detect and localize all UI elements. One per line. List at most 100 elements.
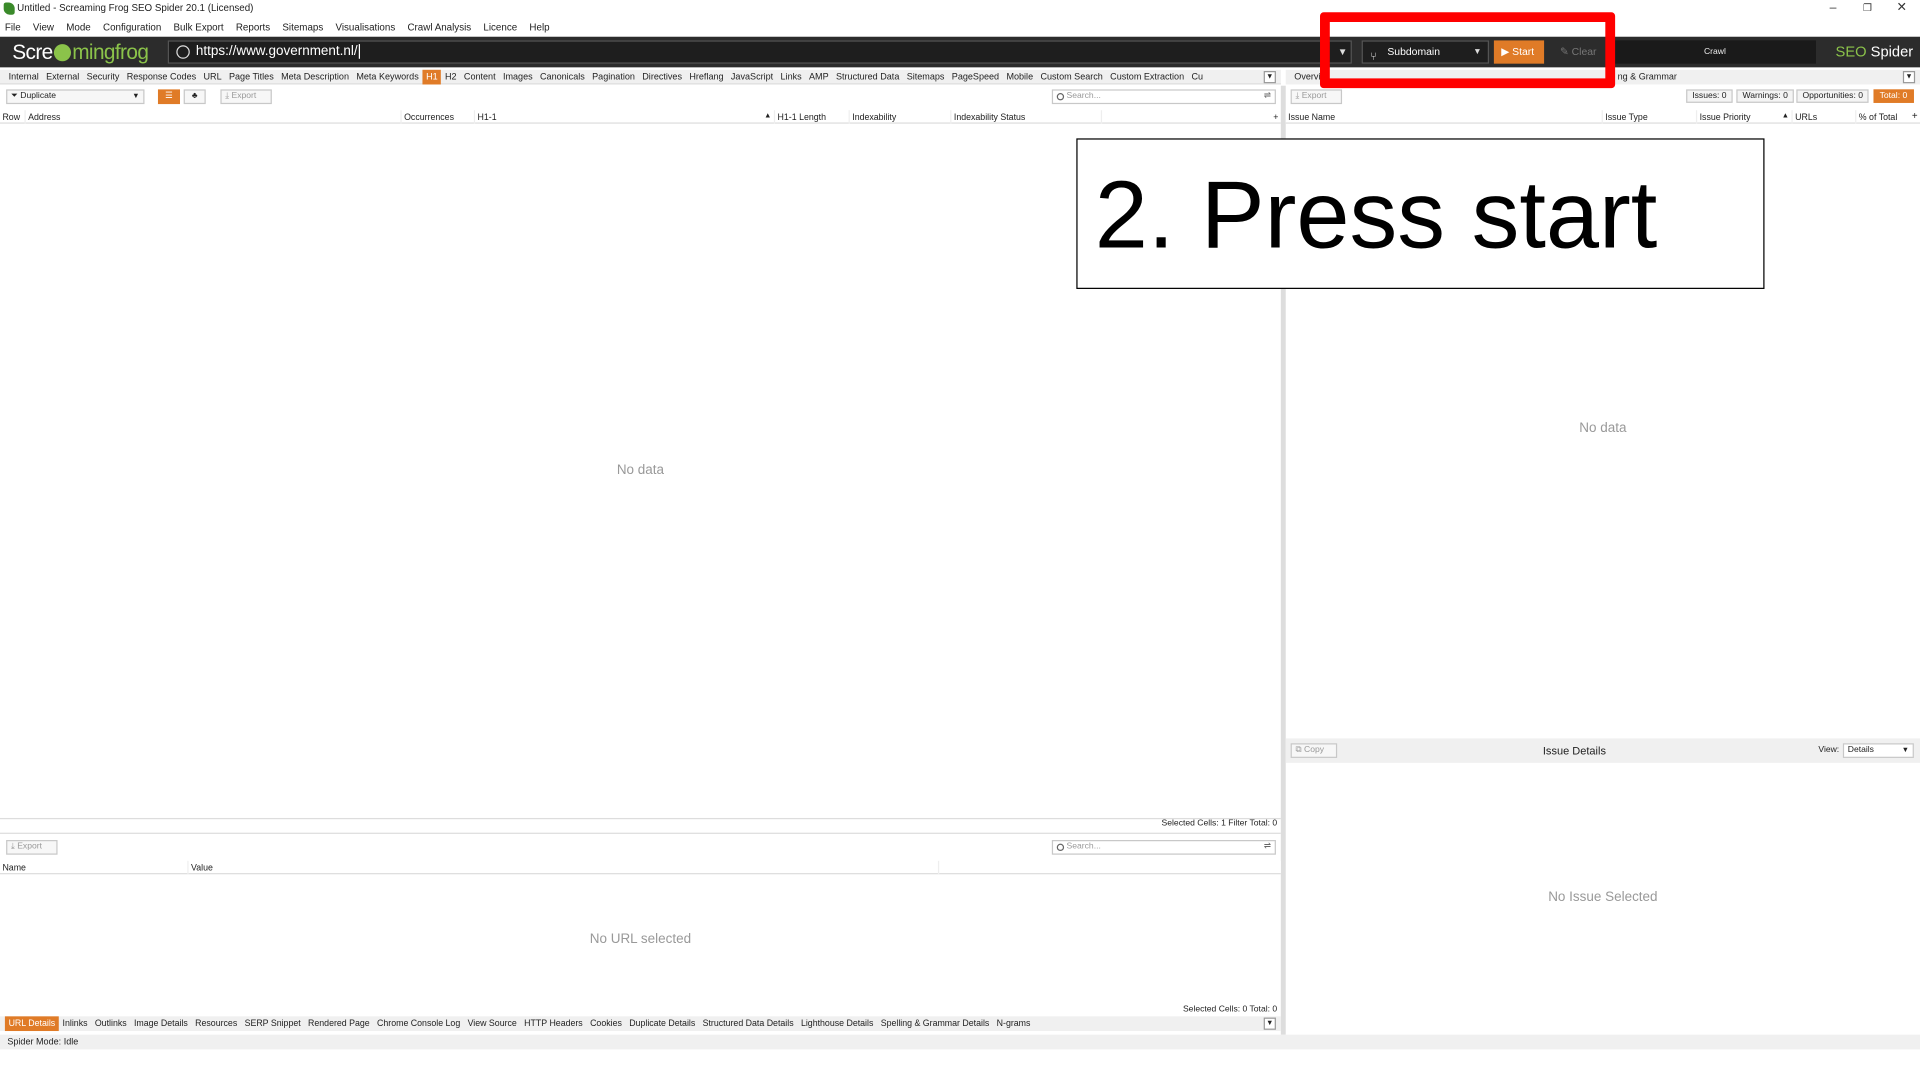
- add-column-icon[interactable]: +: [1273, 110, 1278, 123]
- tab-meta-description[interactable]: Meta Description: [277, 69, 352, 84]
- search-options-icon[interactable]: ⇌: [1264, 91, 1271, 103]
- menu-reports[interactable]: Reports: [236, 21, 270, 32]
- tab-directives[interactable]: Directives: [639, 69, 686, 84]
- issues-count-badge[interactable]: Issues: 0: [1686, 89, 1733, 103]
- tab-links[interactable]: Links: [777, 69, 805, 84]
- column-occurrences[interactable]: Occurrences: [400, 110, 454, 124]
- tab-lighthouse-details[interactable]: Lighthouse Details: [797, 1016, 877, 1031]
- tab-custom-overflow[interactable]: Cu: [1188, 69, 1207, 84]
- tab-pagespeed[interactable]: PageSpeed: [948, 69, 1003, 84]
- tab-view-source[interactable]: View Source: [464, 1016, 521, 1031]
- tab-outlinks[interactable]: Outlinks: [91, 1016, 130, 1031]
- search-options-icon[interactable]: ⇌: [1264, 841, 1271, 853]
- tab-rendered-page[interactable]: Rendered Page: [304, 1016, 373, 1031]
- tab-url[interactable]: URL: [200, 69, 225, 84]
- tab-meta-keywords[interactable]: Meta Keywords: [353, 69, 423, 84]
- column-h1-1[interactable]: H1-1 ▲: [473, 110, 774, 124]
- filter-dropdown[interactable]: ⏷ Duplicate ▼: [6, 89, 145, 105]
- close-icon[interactable]: ✕: [1885, 0, 1919, 17]
- tab-sitemaps[interactable]: Sitemaps: [903, 69, 948, 84]
- column-indexability[interactable]: Indexability: [848, 110, 896, 124]
- opportunities-count-badge[interactable]: Opportunities: 0: [1796, 89, 1870, 103]
- column-address[interactable]: Address: [24, 110, 60, 124]
- view-label: View:: [1818, 745, 1840, 755]
- column-indexability-status[interactable]: Indexability Status: [950, 110, 1025, 124]
- column-issue-type[interactable]: Issue Type: [1601, 110, 1648, 124]
- restore-icon[interactable]: ❐: [1850, 0, 1884, 17]
- add-column-icon[interactable]: +: [1912, 110, 1918, 121]
- tab-hreflang[interactable]: Hreflang: [686, 69, 728, 84]
- tab-url-details[interactable]: URL Details: [4, 1016, 59, 1032]
- total-count-badge[interactable]: Total: 0: [1873, 89, 1914, 103]
- tab-response-codes[interactable]: Response Codes: [123, 69, 200, 84]
- issues-export-button[interactable]: ⤓ Export: [1290, 89, 1343, 105]
- menu-visualisations[interactable]: Visualisations: [335, 21, 395, 32]
- tab-cookies[interactable]: Cookies: [586, 1016, 625, 1031]
- tab-security[interactable]: Security: [83, 69, 123, 84]
- right-tab-overflow-chevron-icon[interactable]: ▼: [1902, 71, 1916, 84]
- tab-images[interactable]: Images: [499, 69, 536, 84]
- menu-sitemaps[interactable]: Sitemaps: [282, 21, 323, 32]
- tab-http-headers[interactable]: HTTP Headers: [521, 1016, 587, 1031]
- tab-image-details[interactable]: Image Details: [130, 1016, 191, 1031]
- tab-page-titles[interactable]: Page Titles: [225, 69, 277, 84]
- tab-spelling-grammar[interactable]: ng & Grammar: [1614, 70, 1681, 85]
- tab-resources[interactable]: Resources: [191, 1016, 240, 1031]
- tab-inlinks[interactable]: Inlinks: [59, 1016, 91, 1031]
- app-icon: [3, 2, 15, 15]
- tab-overflow-chevron-icon[interactable]: ▼: [1263, 71, 1276, 84]
- tab-custom-extraction[interactable]: Custom Extraction: [1107, 69, 1188, 84]
- column-urls[interactable]: URLs: [1791, 110, 1817, 124]
- export-button[interactable]: ⤓ Export: [220, 89, 272, 105]
- list-view-icon[interactable]: ☰: [157, 89, 181, 105]
- tab-pagination[interactable]: Pagination: [588, 69, 638, 84]
- bottom-tab-overflow-chevron-icon[interactable]: ▼: [1263, 1017, 1276, 1030]
- column-name[interactable]: Name: [0, 861, 25, 874]
- tab-structured-data-details[interactable]: Structured Data Details: [699, 1016, 797, 1031]
- tab-internal[interactable]: Internal: [5, 69, 43, 84]
- column-row[interactable]: Row: [0, 110, 20, 123]
- warnings-count-badge[interactable]: Warnings: 0: [1736, 89, 1795, 103]
- tab-h1[interactable]: H1: [422, 69, 442, 84]
- tab-n-grams[interactable]: N-grams: [993, 1016, 1034, 1031]
- logo-text-start: Scre: [12, 40, 53, 64]
- details-export-button[interactable]: ⤓ Export: [6, 840, 58, 855]
- tab-duplicate-details[interactable]: Duplicate Details: [626, 1016, 699, 1031]
- copy-button[interactable]: ⧉ Copy: [1290, 743, 1338, 758]
- column-h1-1-length[interactable]: H1-1 Length: [773, 110, 826, 124]
- menu-bulk-export[interactable]: Bulk Export: [174, 21, 224, 32]
- url-value: https://www.government.nl/: [195, 44, 358, 59]
- url-input[interactable]: https://www.government.nl/: [167, 40, 1352, 64]
- tree-view-icon[interactable]: ♣: [183, 89, 206, 105]
- tab-external[interactable]: External: [42, 69, 83, 84]
- tab-amp[interactable]: AMP: [805, 69, 832, 84]
- menu-view[interactable]: View: [33, 21, 54, 32]
- logo: Scre mingfrog: [12, 40, 149, 64]
- tab-structured-data[interactable]: Structured Data: [832, 69, 903, 84]
- column-issue-priority[interactable]: Issue Priority ▲: [1695, 110, 1792, 124]
- tab-serp-snippet[interactable]: SERP Snippet: [241, 1016, 304, 1031]
- brand-spider: Spider: [1870, 42, 1914, 61]
- minimize-icon[interactable]: –: [1816, 0, 1850, 17]
- menu-file[interactable]: File: [5, 21, 21, 32]
- menu-crawl-analysis[interactable]: Crawl Analysis: [407, 21, 471, 32]
- tab-custom-search[interactable]: Custom Search: [1037, 69, 1107, 84]
- view-select[interactable]: Details ▼: [1842, 743, 1914, 758]
- details-search-input[interactable]: Search... ⇌: [1051, 840, 1276, 855]
- column-percent-of-total[interactable]: % of Total: [1855, 110, 1897, 124]
- menu-mode[interactable]: Mode: [66, 21, 91, 32]
- main-tab-bar: Internal External Security Response Code…: [0, 69, 1281, 85]
- tab-content[interactable]: Content: [460, 69, 499, 84]
- tab-chrome-console-log[interactable]: Chrome Console Log: [373, 1016, 464, 1031]
- menu-help[interactable]: Help: [529, 21, 549, 32]
- tab-javascript[interactable]: JavaScript: [727, 69, 777, 84]
- column-issue-name[interactable]: Issue Name: [1286, 110, 1335, 123]
- column-value[interactable]: Value: [187, 860, 213, 875]
- tab-mobile[interactable]: Mobile: [1003, 69, 1037, 84]
- tab-h2[interactable]: H2: [441, 69, 460, 84]
- search-input[interactable]: Search... ⇌: [1051, 89, 1276, 105]
- menu-configuration[interactable]: Configuration: [103, 21, 161, 32]
- menu-licence[interactable]: Licence: [483, 21, 517, 32]
- tab-canonicals[interactable]: Canonicals: [536, 69, 588, 84]
- tab-spelling-grammar-details[interactable]: Spelling & Grammar Details: [877, 1016, 993, 1031]
